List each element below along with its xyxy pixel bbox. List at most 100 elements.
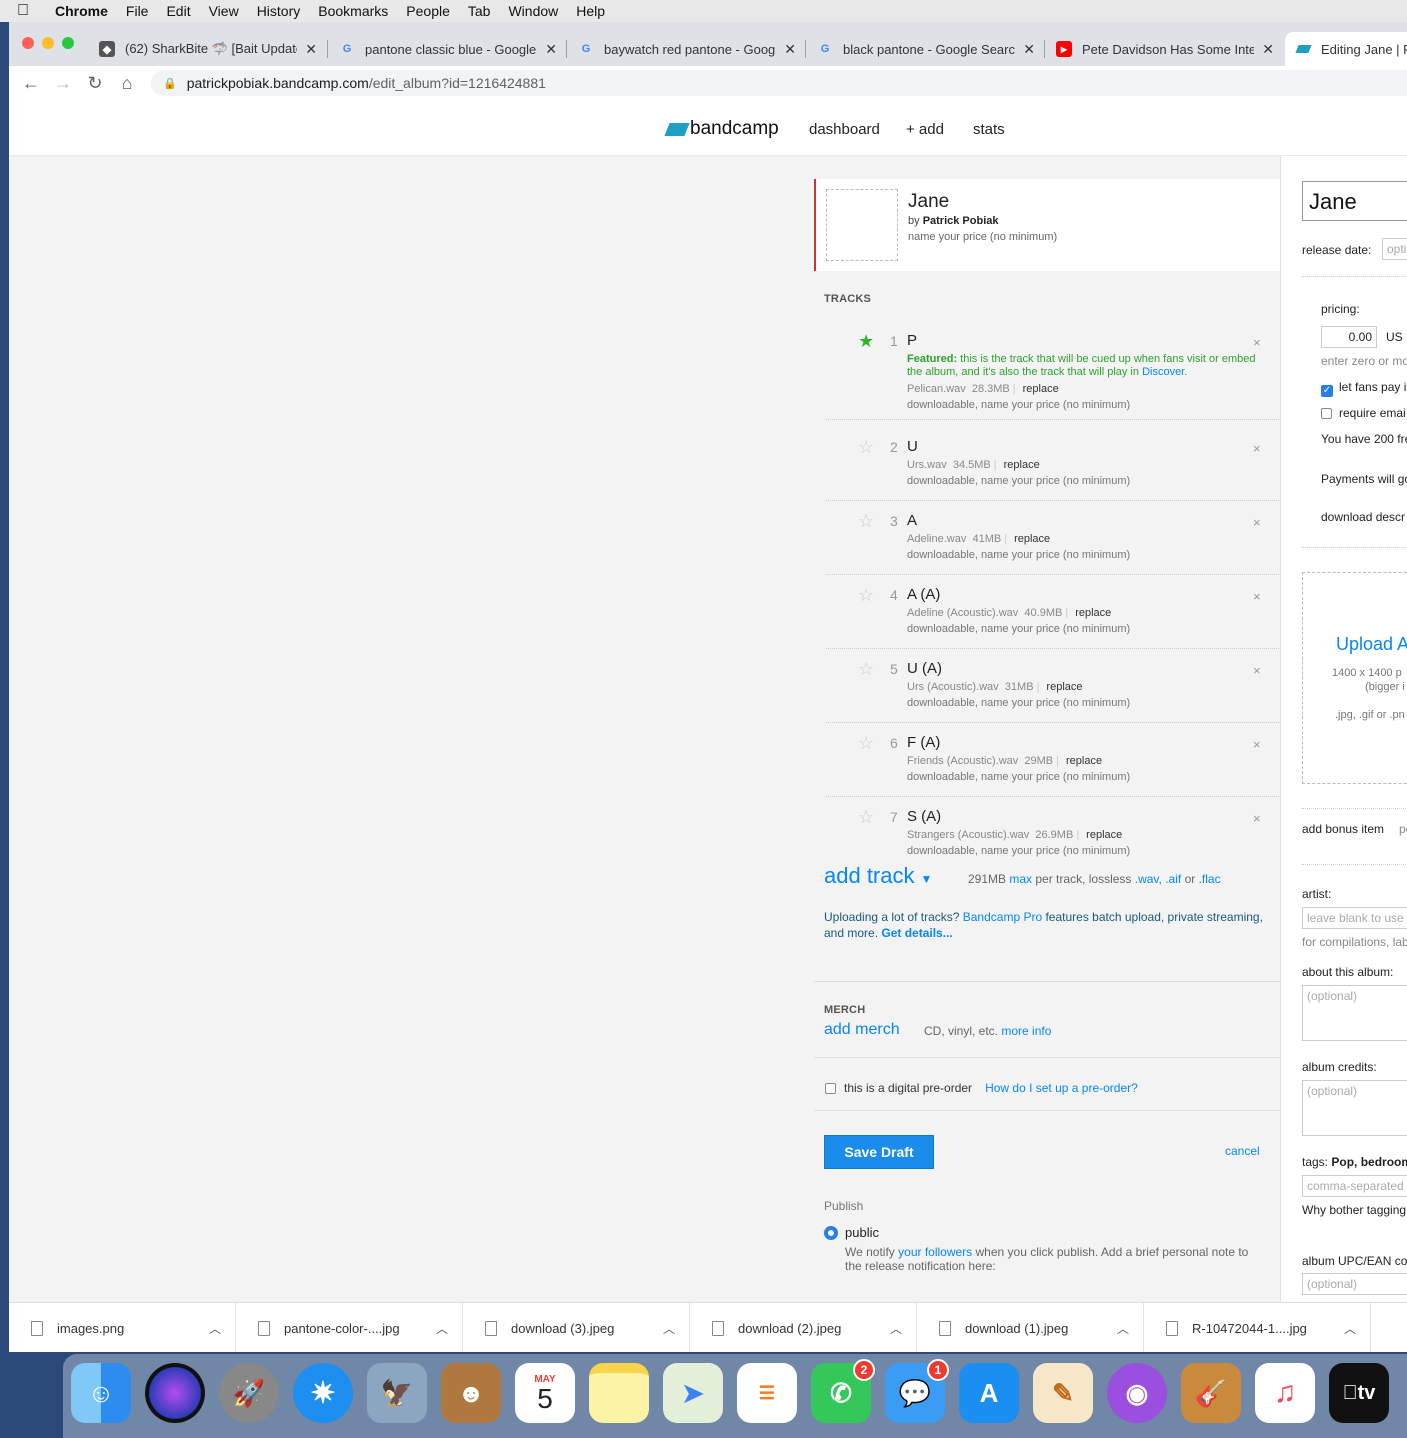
zoom-window-button[interactable] (62, 37, 74, 49)
facetime-icon[interactable]: ✆ 2 (811, 1359, 875, 1423)
public-radio[interactable] (824, 1225, 838, 1240)
remove-track-icon[interactable]: × (1253, 811, 1261, 826)
about-album-textarea[interactable]: (optional) (1302, 985, 1407, 1041)
track-title[interactable]: P (907, 332, 917, 349)
upload-artwork-title[interactable]: Upload A (1336, 634, 1407, 655)
tab-black-pantone[interactable]: G black pantone - Google Search ✕ (807, 32, 1045, 66)
tab-pantone-blue[interactable]: G pantone classic blue - Google S ✕ (329, 32, 567, 66)
add-track-button[interactable]: add track ▼ (824, 863, 932, 889)
star-icon[interactable]: ☆ (858, 511, 874, 532)
remove-track-icon[interactable]: × (1253, 441, 1261, 456)
save-draft-button[interactable]: Save Draft (824, 1135, 934, 1169)
star-icon[interactable]: ☆ (858, 659, 874, 680)
track-title[interactable]: U (A) (907, 660, 942, 677)
bandcamp-pro-link[interactable]: Bandcamp Pro (963, 910, 1042, 924)
tags-input[interactable]: comma-separated (1302, 1175, 1407, 1197)
album-credits-textarea[interactable]: (optional) (1302, 1080, 1407, 1136)
add-bonus-item-link[interactable]: add bonus item (1302, 822, 1384, 836)
tab-close-icon[interactable]: ✕ (1262, 41, 1274, 58)
tab-sharkbite[interactable]: ◆ (62) SharkBite 🦈 [Bait Update ✕ (89, 32, 327, 66)
why-tag-link[interactable]: Why bother tagging (1302, 1203, 1406, 1217)
menu-edit[interactable]: Edit (157, 3, 199, 19)
tab-pete-davidson[interactable]: ▶ Pete Davidson Has Some Intere ✕ (1046, 32, 1284, 66)
max-link[interactable]: max (1009, 872, 1032, 886)
get-details-link[interactable]: Get details... (881, 926, 952, 940)
chevron-up-icon[interactable]: ︿ (209, 1320, 221, 1337)
remove-track-icon[interactable]: × (1253, 663, 1261, 678)
menu-help[interactable]: Help (567, 3, 614, 19)
track-row[interactable]: ☆ 2 U × Urs.wav 34.5MB | replace downloada… (826, 437, 1279, 501)
track-title[interactable]: S (A) (907, 808, 941, 825)
notes-icon[interactable] (589, 1363, 649, 1423)
chevron-up-icon[interactable]: ︿ (663, 1320, 675, 1337)
siri-icon[interactable] (145, 1363, 205, 1423)
minimize-window-button[interactable] (42, 37, 54, 49)
download-item[interactable]: download (1).jpeg ︿ (917, 1303, 1144, 1352)
replace-link[interactable]: replace (1046, 681, 1082, 693)
download-description-link[interactable]: download descr (1321, 510, 1405, 524)
track-row[interactable]: ☆ 6 F (A) × Friends (Acoustic).wav 29MB |… (826, 733, 1279, 797)
wav-link[interactable]: .wav (1135, 872, 1159, 886)
replace-link[interactable]: replace (1004, 459, 1040, 471)
require-email-checkbox[interactable] (1321, 408, 1332, 419)
album-summary-card[interactable]: Jane by Patrick Pobiak name your price (… (814, 179, 1280, 271)
chevron-up-icon[interactable]: ︿ (890, 1320, 902, 1337)
menu-file[interactable]: File (117, 3, 158, 19)
nav-stats[interactable]: stats (973, 121, 1005, 138)
remove-track-icon[interactable]: × (1253, 737, 1261, 752)
menu-window[interactable]: Window (499, 3, 567, 19)
tab-close-icon[interactable]: ✕ (784, 41, 796, 58)
preorder-help-link[interactable]: How do I set up a pre-order? (985, 1081, 1138, 1095)
messages-icon[interactable]: 💬 1 (885, 1359, 949, 1423)
podcasts-icon[interactable]: ◉ (1107, 1363, 1167, 1423)
calendar-icon[interactable]: MAY 5 (515, 1363, 575, 1423)
download-item[interactable]: download (2).jpeg ︿ (690, 1303, 917, 1352)
flac-link[interactable]: .flac (1199, 872, 1221, 886)
artist-input[interactable]: leave blank to use a (1302, 907, 1407, 929)
add-merch-button[interactable]: add merch (824, 1021, 900, 1039)
more-info-link[interactable]: more info (1001, 1024, 1051, 1038)
music-icon[interactable]: ♫ (1255, 1363, 1315, 1423)
address-bar[interactable]: 🔒 patrickpobiak.bandcamp.com/edit_album?… (151, 70, 1407, 96)
track-title[interactable]: U (907, 438, 918, 455)
nav-dashboard[interactable]: dashboard (809, 121, 880, 138)
remove-track-icon[interactable]: × (1253, 335, 1261, 350)
currency-link[interactable]: US (1386, 330, 1403, 344)
replace-link[interactable]: replace (1075, 607, 1111, 619)
upload-artwork-area[interactable]: Upload A 1400 x 1400 p (bigger i .jpg, .… (1302, 572, 1407, 784)
price-input[interactable]: 0.00 (1321, 326, 1377, 348)
pages-icon[interactable]: ✎ (1033, 1363, 1093, 1423)
download-item[interactable]: download (3).jpeg ︿ (463, 1303, 690, 1352)
contacts-icon[interactable]: ☻ (441, 1363, 501, 1423)
track-row[interactable]: ☆ 7 S (A) × Strangers (Acoustic).wav 26.… (826, 807, 1279, 871)
publish-public-option[interactable]: public (824, 1225, 879, 1240)
track-title[interactable]: A (A) (907, 586, 940, 603)
tab-editing-jane[interactable]: Editing Jane | Pa (1285, 32, 1407, 66)
replace-link[interactable]: replace (1066, 755, 1102, 767)
menu-tab[interactable]: Tab (459, 3, 500, 19)
maps-icon[interactable]: ➤ (663, 1363, 723, 1423)
track-row[interactable]: ☆ 4 A (A) × Adeline (Acoustic).wav 40.9M… (826, 585, 1279, 649)
menu-view[interactable]: View (200, 3, 248, 19)
chevron-up-icon[interactable]: ︿ (1344, 1320, 1356, 1337)
remove-track-icon[interactable]: × (1253, 589, 1261, 604)
close-window-button[interactable] (22, 37, 34, 49)
download-item[interactable]: pantone-color-....jpg ︿ (236, 1303, 463, 1352)
garageband-icon[interactable]: 🎸 (1181, 1363, 1241, 1423)
replace-link[interactable]: replace (1086, 829, 1122, 841)
track-title[interactable]: F (A) (907, 734, 940, 751)
reload-icon[interactable]: ↻ (79, 73, 111, 94)
album-title-input[interactable]: Jane (1302, 181, 1407, 221)
menu-bookmarks[interactable]: Bookmarks (309, 3, 397, 19)
apple-icon[interactable]:  (0, 2, 46, 20)
discover-link[interactable]: Discover (1142, 366, 1184, 378)
upc-input[interactable]: (optional) (1302, 1273, 1407, 1295)
track-row[interactable]: ☆ 5 U (A) × Urs (Acoustic).wav 31MB | repl… (826, 659, 1279, 723)
track-title[interactable]: A (907, 512, 917, 529)
menu-app-name[interactable]: Chrome (46, 3, 117, 19)
back-icon[interactable]: ← (15, 73, 47, 94)
cancel-link[interactable]: cancel (1225, 1144, 1260, 1158)
star-icon[interactable]: ☆ (858, 807, 874, 828)
safari-icon[interactable]: ✷ (293, 1363, 353, 1423)
require-email-option[interactable]: require emai (1321, 406, 1406, 420)
